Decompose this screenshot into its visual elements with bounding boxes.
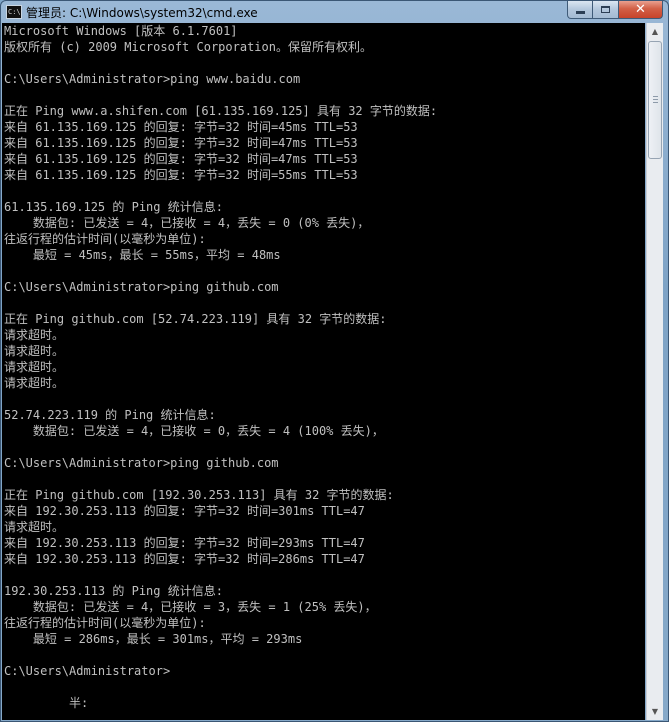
console-line: 61.135.169.125 的 Ping 统计信息: <box>4 200 223 214</box>
cmd-icon[interactable]: C:\ <box>6 5 22 19</box>
cmd-window: C:\ 管理员: C:\Windows\system32\cmd.exe ✕ M… <box>0 0 669 722</box>
scroll-up-button[interactable]: ▲ <box>647 23 663 40</box>
grip-line <box>653 102 658 103</box>
console-line: 正在 Ping github.com [192.30.253.113] 具有 3… <box>4 488 394 502</box>
minimize-icon <box>575 10 585 14</box>
maximize-icon <box>601 6 610 13</box>
minimize-button[interactable] <box>567 1 593 19</box>
console-line: C:\Users\Administrator> <box>4 664 171 678</box>
scroll-thumb[interactable] <box>648 41 662 159</box>
maximize-button[interactable] <box>593 1 619 19</box>
console-line: 往返行程的估计时间(以毫秒为单位): <box>4 616 206 630</box>
console-line: 请求超时。 <box>4 520 65 534</box>
console-line: 请求超时。 <box>4 376 65 390</box>
console-line: 来自 192.30.253.113 的回复: 字节=32 时间=293ms TT… <box>4 536 365 550</box>
console-line: C:\Users\Administrator>ping github.com <box>4 280 279 294</box>
console-line: 正在 Ping github.com [52.74.223.119] 具有 32… <box>4 312 387 326</box>
window-title: 管理员: C:\Windows\system32\cmd.exe <box>26 6 258 20</box>
console-line: 数据包: 已发送 = 4，已接收 = 0，丢失 = 4 (100% 丢失)， <box>4 424 384 438</box>
console-line: 来自 61.135.169.125 的回复: 字节=32 时间=45ms TTL… <box>4 120 358 134</box>
close-button[interactable]: ✕ <box>619 1 663 19</box>
console-line: 请求超时。 <box>4 344 65 358</box>
scroll-down-arrow-icon: ▼ <box>651 707 659 716</box>
window-controls: ✕ <box>567 1 663 20</box>
console-line: 来自 61.135.169.125 的回复: 字节=32 时间=47ms TTL… <box>4 152 358 166</box>
console-line: 正在 Ping www.a.shifen.com [61.135.169.125… <box>4 104 438 118</box>
close-icon: ✕ <box>635 2 646 17</box>
console-text: Microsoft Windows [版本 6.1.7601] 版权所有 (c)… <box>4 23 437 711</box>
scroll-down-button[interactable]: ▼ <box>647 703 663 720</box>
scroll-up-arrow-icon: ▲ <box>651 27 659 36</box>
console-line: 往返行程的估计时间(以毫秒为单位): <box>4 232 206 246</box>
console-line: 来自 192.30.253.113 的回复: 字节=32 时间=286ms TT… <box>4 552 365 566</box>
grip-line <box>653 96 658 97</box>
console-line: 来自 61.135.169.125 的回复: 字节=32 时间=55ms TTL… <box>4 168 358 182</box>
console-line: 来自 192.30.253.113 的回复: 字节=32 时间=301ms TT… <box>4 504 365 518</box>
console-line: 52.74.223.119 的 Ping 统计信息: <box>4 408 216 422</box>
console-line: Microsoft Windows [版本 6.1.7601] <box>4 24 238 38</box>
grip-line <box>653 99 658 100</box>
console-line: 192.30.253.113 的 Ping 统计信息: <box>4 584 223 598</box>
console-line: 数据包: 已发送 = 4，已接收 = 4，丢失 = 0 (0% 丢失)， <box>4 216 370 230</box>
console-output[interactable]: Microsoft Windows [版本 6.1.7601] 版权所有 (c)… <box>2 23 645 720</box>
console-line: 请求超时。 <box>4 328 65 342</box>
console-line: C:\Users\Administrator>ping github.com <box>4 456 279 470</box>
console-line: 来自 61.135.169.125 的回复: 字节=32 时间=47ms TTL… <box>4 136 358 150</box>
console-line: C:\Users\Administrator>ping www.baidu.co… <box>4 72 301 86</box>
console-line: 数据包: 已发送 = 4，已接收 = 3，丢失 = 1 (25% 丢失)， <box>4 600 377 614</box>
console-line: 版权所有 (c) 2009 Microsoft Corporation。保留所有… <box>4 40 372 54</box>
console-line: 最短 = 45ms，最长 = 55ms，平均 = 48ms <box>4 248 281 262</box>
console-line: 请求超时。 <box>4 360 65 374</box>
console-line: 半: <box>4 696 89 710</box>
vertical-scrollbar[interactable]: ▲ ▼ <box>646 23 663 720</box>
console-line: 最短 = 286ms，最长 = 301ms，平均 = 293ms <box>4 632 303 646</box>
title-bar[interactable]: C:\ 管理员: C:\Windows\system32\cmd.exe ✕ <box>1 1 668 23</box>
